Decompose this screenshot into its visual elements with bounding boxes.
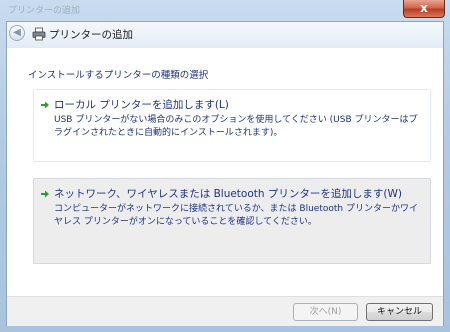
option-local-title: ローカル プリンターを追加します(L) xyxy=(54,99,229,111)
option-local-description: USB プリンターがない場合のみこのオプションを使用してください (USB プリ… xyxy=(54,115,418,138)
page-title: プリンターの追加 xyxy=(49,29,133,41)
window-frame: プリンターの追加 x ◀ プリンターの追加 インストールするプリンターの種類の選… xyxy=(0,0,450,332)
option-local-printer[interactable]: ローカル プリンターを追加します(L) USB プリンターがない場合のみこのオプ… xyxy=(33,89,431,162)
next-button[interactable]: 次へ(N) xyxy=(293,303,358,321)
option-network-printer[interactable]: ネットワーク、ワイヤレスまたは Bluetooth プリンターを追加します(W)… xyxy=(33,178,431,264)
button-bar: 次へ(N) キャンセル xyxy=(7,296,443,326)
close-button[interactable]: x xyxy=(403,0,445,18)
option-network-title: ネットワーク、ワイヤレスまたは Bluetooth プリンターを追加します(W) xyxy=(54,188,402,200)
wizard-content: ◀ プリンターの追加 インストールするプリンターの種類の選択 ローカル プリンタ… xyxy=(6,21,444,326)
cancel-button[interactable]: キャンセル xyxy=(366,303,433,321)
back-button[interactable]: ◀ xyxy=(9,25,25,41)
title-bar[interactable]: プリンターの追加 x xyxy=(0,0,450,22)
window-title: プリンターの追加 xyxy=(8,6,81,16)
green-arrow-icon xyxy=(41,101,49,109)
instruction-heading: インストールするプリンターの種類の選択 xyxy=(28,70,209,81)
option-network-description: コンピューターがネットワークに接続されているか、または Bluetooth プリ… xyxy=(54,204,418,227)
printer-icon xyxy=(32,27,46,41)
green-arrow-icon xyxy=(41,190,49,198)
wizard-header: ◀ プリンターの追加 xyxy=(7,22,443,48)
